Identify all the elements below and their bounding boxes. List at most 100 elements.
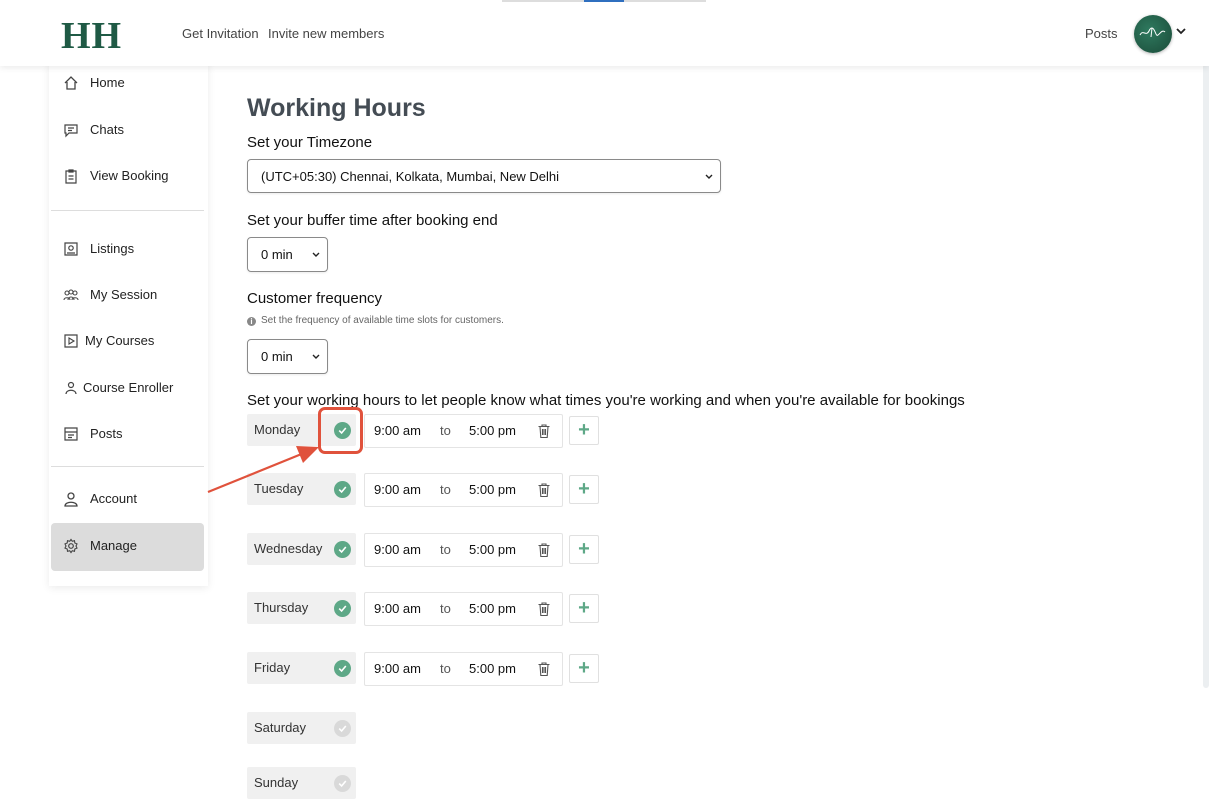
listing-icon	[64, 242, 78, 256]
trash-icon[interactable]	[536, 601, 552, 617]
start-time[interactable]: 9:00 am	[374, 661, 421, 676]
chevron-down-icon[interactable]	[1175, 26, 1187, 36]
day-name: Wednesday	[254, 541, 323, 556]
timezone-label: Set your Timezone	[247, 134, 373, 151]
logo[interactable]: HH	[61, 14, 122, 58]
check-icon	[338, 725, 347, 733]
sidebar-item-label: Home	[90, 75, 125, 90]
trash-icon[interactable]	[536, 482, 552, 498]
sidebar-item-my-courses[interactable]: My Courses	[51, 318, 204, 364]
check-icon	[338, 546, 347, 554]
start-time[interactable]: 9:00 am	[374, 601, 421, 616]
day-row-saturday: Saturday	[247, 712, 1209, 744]
sidebar-item-account[interactable]: Account	[51, 476, 204, 522]
sidebar-item-view-booking[interactable]: View Booking	[51, 153, 204, 199]
buffer-label: Set your buffer time after booking end	[247, 212, 498, 229]
timezone-select[interactable]: (UTC+05:30) Chennai, Kolkata, Mumbai, Ne…	[247, 159, 721, 193]
chevron-down-icon	[705, 174, 713, 179]
end-time[interactable]: 5:00 pm	[469, 542, 516, 557]
day-row-wednesday: Wednesday 9:00 am to 5:00 pm +	[247, 533, 1209, 567]
sidebar-item-manage[interactable]: Manage	[51, 523, 204, 571]
end-time[interactable]: 5:00 pm	[469, 482, 516, 497]
day-name: Saturday	[254, 720, 307, 735]
day-enabled-checkbox[interactable]	[334, 541, 351, 558]
start-time[interactable]: 9:00 am	[374, 423, 421, 438]
end-time[interactable]: 5:00 pm	[469, 661, 516, 676]
play-icon	[64, 334, 78, 348]
sidebar-item-chats[interactable]: Chats	[51, 107, 204, 153]
sidebar-item-label: Chats	[90, 122, 124, 137]
clipboard-icon	[65, 169, 77, 184]
trash-icon[interactable]	[536, 423, 552, 439]
chevron-down-icon	[312, 354, 320, 359]
invite-members-link[interactable]: Invite new members	[268, 26, 384, 41]
timezone-value: (UTC+05:30) Chennai, Kolkata, Mumbai, Ne…	[261, 169, 560, 184]
sidebar-item-label: Listings	[90, 241, 135, 256]
to-label: to	[440, 542, 451, 557]
time-range: 9:00 am to 5:00 pm	[364, 652, 563, 686]
frequency-help: i Set the frequency of available time slo…	[247, 315, 504, 326]
day-row-monday: Monday 9:00 am to 5:00 pm +	[247, 414, 1209, 448]
posts-link[interactable]: Posts	[1085, 26, 1118, 41]
sidebar-item-home[interactable]: Home	[51, 60, 204, 106]
page-title: Working Hours	[247, 94, 426, 122]
get-invitation-link[interactable]: Get Invitation	[182, 26, 259, 41]
day-label-box: Saturday	[247, 712, 356, 744]
check-icon	[338, 486, 347, 494]
day-label-box: Thursday	[247, 592, 356, 624]
add-time-slot-button[interactable]: +	[569, 594, 599, 623]
frequency-select[interactable]: 0 min	[247, 339, 328, 374]
user-icon	[65, 381, 77, 395]
avatar[interactable]	[1134, 15, 1172, 53]
chevron-down-icon	[312, 252, 320, 257]
sidebar-item-listings[interactable]: Listings	[51, 226, 204, 272]
buffer-select[interactable]: 0 min	[247, 237, 328, 272]
sidebar-item-course-enroller[interactable]: Course Enroller	[51, 365, 204, 411]
day-enabled-checkbox[interactable]	[334, 775, 351, 792]
add-time-slot-button[interactable]: +	[569, 535, 599, 564]
start-time[interactable]: 9:00 am	[374, 482, 421, 497]
top-tab-indicator-active	[584, 0, 624, 2]
day-label-box: Sunday	[247, 767, 356, 799]
day-row-sunday: Sunday	[247, 767, 1209, 799]
sidebar-item-my-session[interactable]: My Session	[51, 272, 204, 318]
trash-icon[interactable]	[536, 542, 552, 558]
day-enabled-checkbox[interactable]	[334, 481, 351, 498]
sidebar-item-label: View Booking	[90, 168, 169, 183]
sidebar-item-posts[interactable]: Posts	[51, 411, 204, 457]
start-time[interactable]: 9:00 am	[374, 542, 421, 557]
day-name: Friday	[254, 660, 291, 675]
gear-icon	[64, 538, 78, 554]
add-time-slot-button[interactable]: +	[569, 475, 599, 504]
day-row-friday: Friday 9:00 am to 5:00 pm +	[247, 652, 1209, 686]
day-enabled-checkbox[interactable]	[334, 720, 351, 737]
sidebar-divider	[51, 210, 204, 211]
day-name: Sunday	[254, 775, 299, 790]
day-enabled-checkbox[interactable]	[334, 600, 351, 617]
day-row-thursday: Thursday 9:00 am to 5:00 pm +	[247, 592, 1209, 626]
time-range: 9:00 am to 5:00 pm	[364, 592, 563, 626]
add-time-slot-button[interactable]: +	[569, 416, 599, 445]
signature-icon	[1139, 27, 1166, 38]
sidebar-item-label: Posts	[90, 426, 123, 441]
sidebar-item-label: Account	[90, 491, 137, 506]
chat-icon	[64, 124, 78, 138]
day-enabled-checkbox[interactable]	[334, 660, 351, 677]
sidebar-item-label: Manage	[90, 538, 137, 553]
to-label: to	[440, 601, 451, 616]
sidebar-item-label: My Session	[90, 287, 158, 302]
frequency-value: 0 min	[261, 349, 293, 364]
trash-icon[interactable]	[536, 661, 552, 677]
end-time[interactable]: 5:00 pm	[469, 601, 516, 616]
day-name: Thursday	[254, 600, 309, 615]
scrollbar[interactable]	[1203, 40, 1209, 688]
check-icon	[338, 780, 347, 788]
to-label: to	[440, 482, 451, 497]
account-icon	[64, 492, 78, 507]
day-label-box: Wednesday	[247, 533, 356, 565]
end-time[interactable]: 5:00 pm	[469, 423, 516, 438]
add-time-slot-button[interactable]: +	[569, 654, 599, 683]
check-icon	[338, 665, 347, 673]
annotation-arrow	[207, 446, 319, 494]
home-icon	[64, 76, 78, 90]
